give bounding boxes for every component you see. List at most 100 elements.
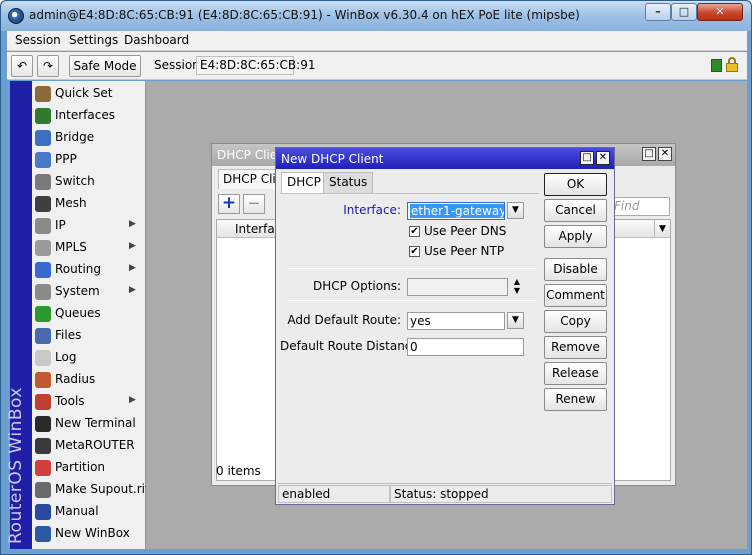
sidebar-item-partition[interactable]: Partition [32, 457, 145, 479]
submenu-arrow-icon: ▶ [129, 241, 136, 251]
use-peer-dns-checkbox[interactable]: ✔ [409, 226, 420, 237]
default-route-distance-input[interactable]: 0 [407, 338, 524, 356]
sidebar-item-label: Manual [55, 504, 99, 518]
submenu-arrow-icon: ▶ [129, 219, 136, 229]
dialog-close-button[interactable]: ✕ [596, 151, 610, 165]
sidebar-item-interfaces[interactable]: Interfaces [32, 105, 145, 127]
sidebar-item-label: Bridge [55, 130, 95, 144]
sidebar-item-tools[interactable]: Tools ▶ [32, 391, 145, 413]
submenu-arrow-icon: ▶ [129, 263, 136, 273]
sidebar-item-routing[interactable]: Routing ▶ [32, 259, 145, 281]
items-count: 0 items [216, 464, 261, 478]
sidebar-item-label: Radius [55, 372, 96, 386]
ok-button[interactable]: OK [544, 173, 607, 196]
status-enabled: enabled [278, 485, 390, 503]
sidebar-item-label: IP [55, 218, 66, 232]
sidebar-item-bridge[interactable]: Bridge [32, 127, 145, 149]
gear-icon [35, 284, 51, 300]
tab-dhcp[interactable]: DHCP [281, 172, 327, 193]
mpls-icon [35, 240, 51, 256]
dialog-title-bar[interactable]: New DHCP Client □ ✕ [276, 148, 614, 169]
renew-button[interactable]: Renew [544, 388, 607, 411]
disable-button[interactable]: Disable [544, 258, 607, 281]
sidebar-item-manual[interactable]: Manual [32, 501, 145, 523]
new-dhcp-client-dialog: New DHCP Client □ ✕ DHCP Status Interfac… [275, 147, 615, 505]
sidebar-item-radius[interactable]: Radius [32, 369, 145, 391]
dhcp-list-maximize-button[interactable]: □ [642, 147, 656, 161]
sidebar: RouterOS WinBox Quick Set Interfaces Bridg… [6, 81, 149, 549]
default-route-distance-label: Default Route Distance: [280, 339, 423, 353]
sidebar-item-quick-set[interactable]: Quick Set [32, 83, 145, 105]
title-bar[interactable]: admin@E4:8D:8C:65:CB:91 (E4:8D:8C:65:CB:… [1, 1, 751, 31]
sidebar-item-label: MetaROUTER [55, 438, 135, 452]
sidebar-item-ppp[interactable]: PPP [32, 149, 145, 171]
sidebar-item-label: System [55, 284, 100, 298]
add-default-route-select[interactable]: yes [407, 312, 505, 330]
sidebar-item-label: Log [55, 350, 77, 364]
bridge-icon [35, 130, 51, 146]
redo-button[interactable]: ↷ [37, 55, 59, 77]
add-default-route-dropdown-button[interactable]: ▼ [507, 312, 524, 329]
sidebar-item-label: PPP [55, 152, 77, 166]
tab-status[interactable]: Status [323, 172, 374, 193]
use-peer-ntp-checkbox[interactable]: ✔ [409, 246, 420, 257]
minimize-button[interactable]: – [645, 3, 671, 21]
sidebar-item-label: New Terminal [55, 416, 136, 430]
sidebar-item-new-terminal[interactable]: New Terminal [32, 413, 145, 435]
sidebar-item-label: Switch [55, 174, 95, 188]
dhcp-list-close-button[interactable]: ✕ [658, 147, 672, 161]
release-button[interactable]: Release [544, 362, 607, 385]
menu-settings[interactable]: Settings [69, 33, 118, 47]
menu-session[interactable]: Session [15, 33, 61, 47]
dialog-title: New DHCP Client [281, 152, 384, 166]
close-button[interactable]: ✕ [697, 3, 743, 21]
sidebar-item-metarouter[interactable]: MetaROUTER [32, 435, 145, 457]
metarouter-icon [35, 438, 51, 454]
ppp-icon [35, 152, 51, 168]
sidebar-item-mesh[interactable]: Mesh [32, 193, 145, 215]
minus-icon: − [247, 194, 261, 212]
ip-icon [35, 218, 51, 234]
comment-button[interactable]: Comment [544, 284, 607, 307]
add-button[interactable]: + [218, 194, 240, 214]
dhcp-options-field[interactable] [407, 278, 508, 296]
cancel-button[interactable]: Cancel [544, 199, 607, 222]
sidebar-item-label: Mesh [55, 196, 87, 210]
toolbar: ↶ ↷ Safe Mode Session: E4:8D:8C:65:CB:91 [7, 52, 747, 80]
dhcp-options-updown-icon[interactable]: ▲ ▼ [511, 277, 523, 295]
undo-button[interactable]: ↶ [11, 55, 33, 77]
column-menu-icon[interactable]: ▼ [654, 220, 670, 238]
sidebar-item-make-supout-rif[interactable]: Make Supout.rif [32, 479, 149, 501]
interface-label: Interface: [343, 203, 401, 217]
dialog-maximize-button[interactable]: □ [580, 151, 594, 165]
sidebar-item-label: Make Supout.rif [55, 482, 150, 496]
undo-icon: ↶ [16, 59, 28, 73]
sidebar-item-ip[interactable]: IP ▶ [32, 215, 145, 237]
remove-button[interactable]: − [243, 194, 265, 214]
sidebar-item-queues[interactable]: Queues [32, 303, 145, 325]
sidebar-item-mpls[interactable]: MPLS ▶ [32, 237, 145, 259]
lock-icon [726, 57, 738, 72]
window-title: admin@E4:8D:8C:65:CB:91 (E4:8D:8C:65:CB:… [29, 8, 580, 22]
interface-dropdown-button[interactable]: ▼ [507, 202, 524, 219]
help-icon [35, 504, 51, 520]
sidebar-item-label: MPLS [55, 240, 87, 254]
queues-icon [35, 306, 51, 322]
safe-mode-button[interactable]: Safe Mode [69, 55, 141, 77]
remove-button[interactable]: Remove [544, 336, 607, 359]
find-input[interactable]: Find [609, 197, 670, 216]
apply-button[interactable]: Apply [544, 225, 607, 248]
sidebar-item-new-winbox[interactable]: New WinBox [32, 523, 145, 545]
maximize-button[interactable]: □ [671, 3, 697, 21]
copy-button[interactable]: Copy [544, 310, 607, 333]
plus-icon: + [221, 193, 237, 213]
menu-dashboard[interactable]: Dashboard [124, 33, 189, 47]
sidebar-item-files[interactable]: Files [32, 325, 145, 347]
session-field[interactable]: E4:8D:8C:65:CB:91 [196, 56, 315, 75]
sidebar-item-system[interactable]: System ▶ [32, 281, 145, 303]
separator [288, 300, 536, 301]
sidebar-item-log[interactable]: Log [32, 347, 145, 369]
sidebar-item-switch[interactable]: Switch [32, 171, 145, 193]
interface-select[interactable]: ether1-gateway [407, 202, 505, 220]
radius-icon [35, 372, 51, 388]
